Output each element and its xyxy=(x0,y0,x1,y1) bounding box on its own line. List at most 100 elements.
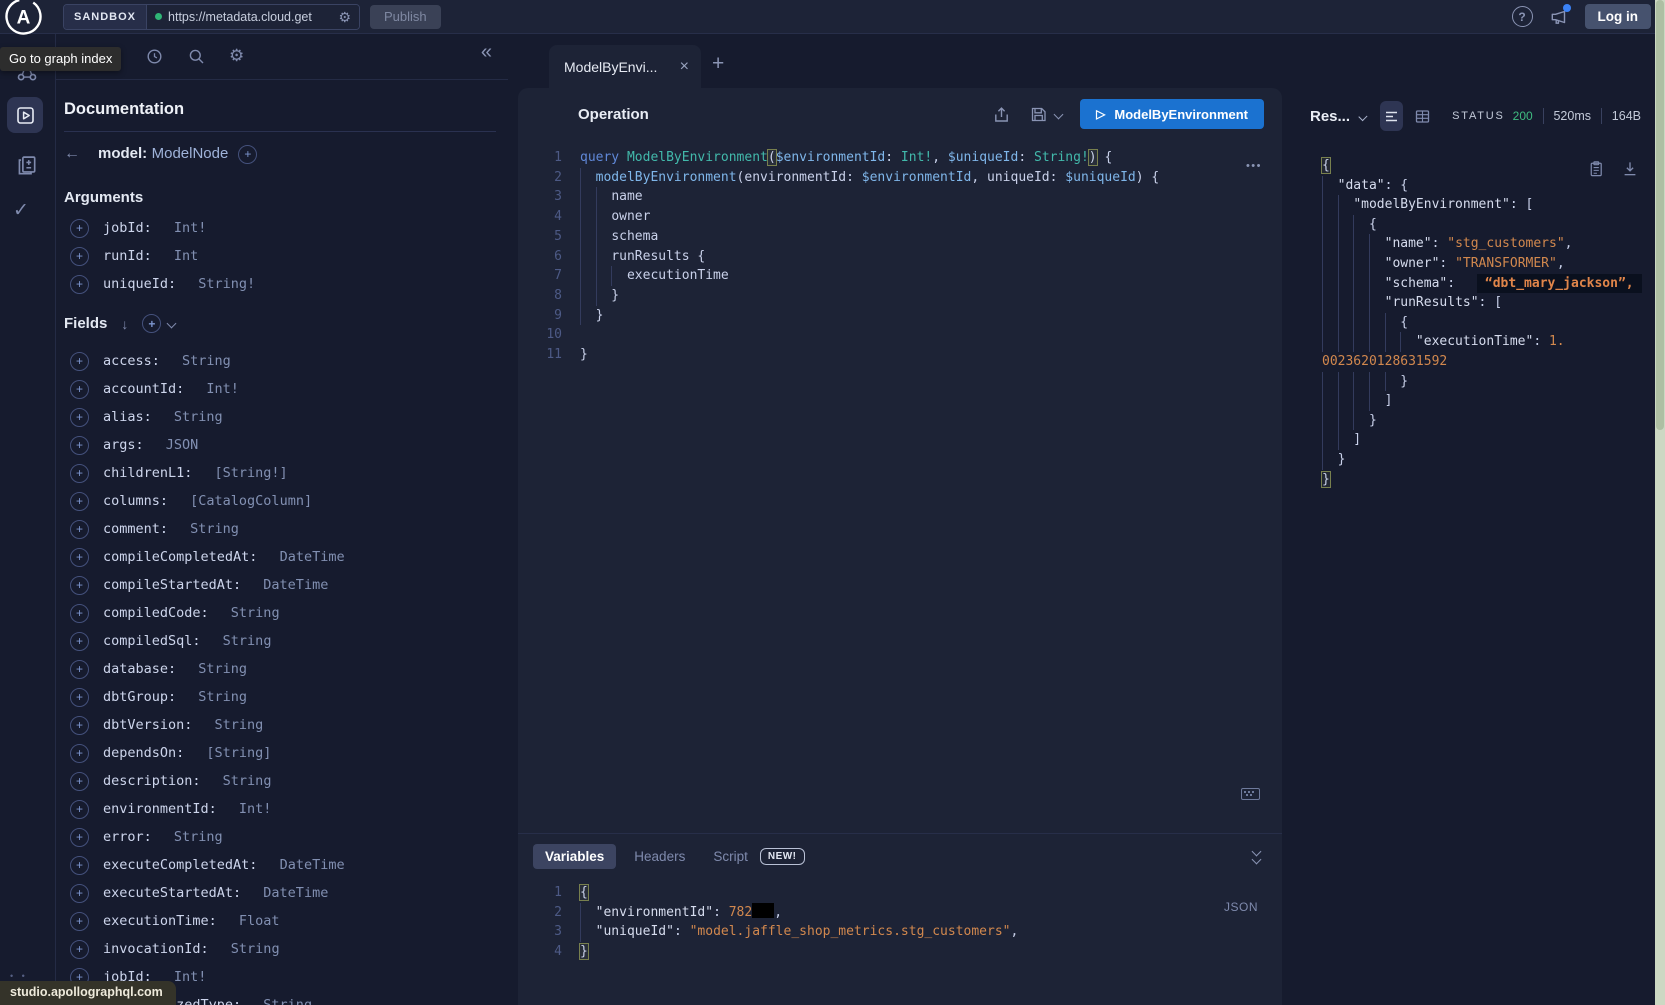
field-type[interactable]: Int! xyxy=(231,801,272,817)
field-type[interactable]: Int! xyxy=(198,381,239,397)
response-viewer[interactable]: { "data": { "modelByEnvironment": [ { "n… xyxy=(1322,151,1643,489)
add-all-fields-icon[interactable]: + xyxy=(238,145,257,164)
add-field-icon[interactable]: + xyxy=(70,576,89,595)
add-field-icon[interactable]: + xyxy=(70,352,89,371)
field-type[interactable]: [String] xyxy=(198,745,271,761)
tab-variables[interactable]: Variables xyxy=(533,844,616,869)
field-type[interactable]: Int! xyxy=(166,220,207,236)
field-row[interactable]: +dbtGroup: String xyxy=(64,683,496,711)
endpoint-url-box[interactable]: https://metadata.cloud.get ⚙ xyxy=(147,5,359,29)
field-row[interactable]: +comment: String xyxy=(64,515,496,543)
schema-diff-icon[interactable] xyxy=(14,153,40,179)
field-type[interactable]: String xyxy=(166,409,223,425)
table-view-icon[interactable] xyxy=(1411,101,1434,131)
keyboard-shortcuts-icon[interactable] xyxy=(1241,788,1260,800)
help-icon[interactable]: ? xyxy=(1512,6,1533,27)
field-row[interactable]: +compileCompletedAt: DateTime xyxy=(64,543,496,571)
field-row[interactable]: +invocationId: String xyxy=(64,935,496,963)
field-row[interactable]: +dbtVersion: String xyxy=(64,711,496,739)
publish-button[interactable]: Publish xyxy=(370,5,441,29)
add-field-icon[interactable]: + xyxy=(70,688,89,707)
add-field-icon[interactable]: + xyxy=(70,548,89,567)
field-type[interactable]: String xyxy=(206,717,263,733)
history-icon[interactable] xyxy=(145,47,164,66)
field-type[interactable]: String! xyxy=(190,276,255,292)
field-type[interactable]: String xyxy=(174,353,231,369)
add-field-icon[interactable]: + xyxy=(70,247,89,266)
tab-headers[interactable]: Headers xyxy=(624,844,695,869)
add-field-icon[interactable]: + xyxy=(70,884,89,903)
field-type[interactable]: String xyxy=(215,773,272,789)
collapse-variables-icon[interactable] xyxy=(1253,848,1260,863)
add-field-icon[interactable]: + xyxy=(70,856,89,875)
save-options-chevron-icon[interactable] xyxy=(1054,109,1064,119)
operation-tab[interactable]: ModelByEnvi... × xyxy=(549,45,701,88)
field-type[interactable]: String xyxy=(190,689,247,705)
new-tab-icon[interactable]: + xyxy=(712,53,724,74)
field-type[interactable]: DateTime xyxy=(255,577,328,593)
formatted-view-icon[interactable] xyxy=(1380,101,1403,131)
field-row[interactable]: +error: String xyxy=(64,823,496,851)
field-type[interactable]: String xyxy=(223,605,280,621)
field-row[interactable]: +uniqueId: String! xyxy=(64,270,496,298)
field-type[interactable]: String xyxy=(190,661,247,677)
field-row[interactable]: +environmentId: Int! xyxy=(64,795,496,823)
add-field-icon[interactable]: + xyxy=(70,632,89,651)
field-type[interactable]: [String!] xyxy=(206,465,287,481)
field-type[interactable]: String xyxy=(223,941,280,957)
tab-script[interactable]: Script xyxy=(703,844,752,869)
variables-editor[interactable]: 1{2 "environmentId": 782,3 "uniqueId": "… xyxy=(518,883,1282,962)
close-tab-icon[interactable]: × xyxy=(680,59,689,75)
sort-fields-icon[interactable]: ↓ xyxy=(121,316,128,332)
collapse-panel-icon[interactable]: « xyxy=(481,42,492,62)
add-field-icon[interactable]: + xyxy=(70,520,89,539)
add-field-icon[interactable]: + xyxy=(70,828,89,847)
field-type[interactable]: DateTime xyxy=(271,857,344,873)
field-row[interactable]: +childrenL1: [String!] xyxy=(64,459,496,487)
field-row[interactable]: +access: String xyxy=(64,347,496,375)
explorer-nav-icon[interactable] xyxy=(7,97,43,133)
field-type[interactable]: String xyxy=(255,997,312,1005)
login-button[interactable]: Log in xyxy=(1585,4,1652,29)
field-row[interactable]: +compileStartedAt: DateTime xyxy=(64,571,496,599)
add-field-icon[interactable]: + xyxy=(70,912,89,931)
field-type[interactable]: Int xyxy=(166,248,199,264)
page-scrollbar[interactable] xyxy=(1655,0,1665,1005)
add-field-icon[interactable]: + xyxy=(70,800,89,819)
add-field-icon[interactable]: + xyxy=(70,464,89,483)
field-type[interactable]: JSON xyxy=(158,437,199,453)
add-fields-icon[interactable]: + xyxy=(142,314,161,333)
save-operation-icon[interactable] xyxy=(1029,105,1048,124)
response-title[interactable]: Res... xyxy=(1310,108,1350,125)
add-field-icon[interactable]: + xyxy=(70,492,89,511)
field-row[interactable]: +dependsOn: [String] xyxy=(64,739,496,767)
field-row[interactable]: +args: JSON xyxy=(64,431,496,459)
field-row[interactable]: +alias: String xyxy=(64,403,496,431)
add-field-icon[interactable]: + xyxy=(70,408,89,427)
field-type[interactable]: DateTime xyxy=(271,549,344,565)
field-row[interactable]: +executionTime: Float xyxy=(64,907,496,935)
checks-nav-icon[interactable]: ✓ xyxy=(13,199,29,222)
operation-editor[interactable]: 1query ModelByEnvironment($environmentId… xyxy=(518,140,1282,745)
field-row[interactable]: +runId: Int xyxy=(64,242,496,270)
back-arrow-icon[interactable]: ← xyxy=(64,145,88,163)
field-type[interactable]: Float xyxy=(231,913,280,929)
add-field-icon[interactable]: + xyxy=(70,772,89,791)
chevron-down-icon[interactable] xyxy=(167,319,177,329)
field-row[interactable]: +executeStartedAt: DateTime xyxy=(64,879,496,907)
scrollbar-thumb[interactable] xyxy=(1656,0,1664,430)
field-row[interactable]: +compiledCode: String xyxy=(64,599,496,627)
search-icon[interactable] xyxy=(187,47,206,66)
field-row[interactable]: +accountId: Int! xyxy=(64,375,496,403)
run-operation-button[interactable]: ▷ ModelByEnvironment xyxy=(1080,99,1264,129)
field-row[interactable]: +description: String xyxy=(64,767,496,795)
field-row[interactable]: +columns: [CatalogColumn] xyxy=(64,487,496,515)
field-row[interactable]: +database: String xyxy=(64,655,496,683)
add-field-icon[interactable]: + xyxy=(70,744,89,763)
endpoint-url-input[interactable]: https://metadata.cloud.get xyxy=(168,10,332,24)
announcements-megaphone-icon[interactable] xyxy=(1549,7,1569,27)
endpoint-settings-gear-icon[interactable]: ⚙ xyxy=(338,10,351,24)
add-field-icon[interactable]: + xyxy=(70,219,89,238)
share-operation-icon[interactable] xyxy=(992,105,1011,124)
add-field-icon[interactable]: + xyxy=(70,604,89,623)
